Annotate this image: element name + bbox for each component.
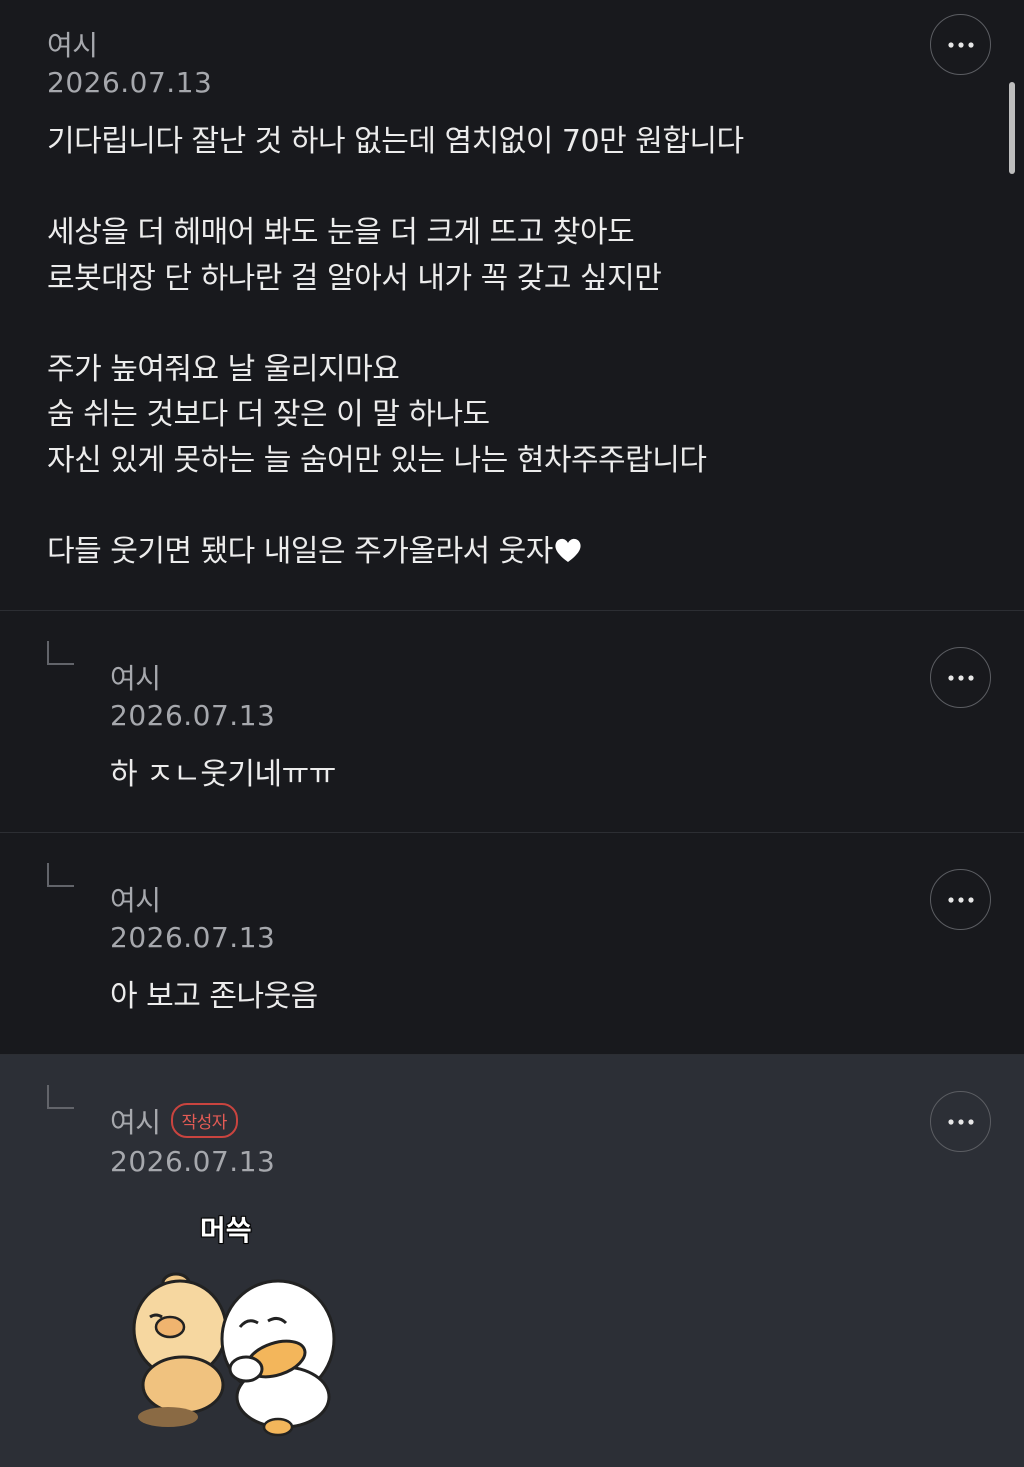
reply-date: 2026.07.13 <box>110 699 276 732</box>
post-author: 여시 <box>47 29 98 62</box>
more-horizontal-icon <box>947 896 974 903</box>
sticker-image: 머쓱 <box>128 1205 343 1437</box>
reply-text: 아 보고 존나웃음 <box>110 979 318 1014</box>
post-line-last: 다들 웃기면 됐다 내일은 주가올라서 웃자 <box>47 529 744 575</box>
more-horizontal-icon <box>947 1118 974 1125</box>
main-post: 여시 2026.07.13 기다립니다 잘난 것 하나 없는데 염치없이 70만… <box>0 0 1024 611</box>
more-horizontal-icon <box>947 674 974 681</box>
post-body: 기다립니다 잘난 것 하나 없는데 염치없이 70만 원합니다 세상을 더 헤매… <box>47 119 744 574</box>
reply-comment: 여시 2026.07.13 하 ㅈㄴ웃기네ㅠㅠ <box>0 611 1024 833</box>
author-badge: 작성자 <box>170 1103 238 1138</box>
heart-icon <box>555 538 581 562</box>
reply-comment-author: 여시 작성자 2026.07.13 머쓱 <box>0 1055 1024 1467</box>
reply-arrow-icon <box>47 863 74 887</box>
reply-author: 여시 <box>110 1106 161 1139</box>
reply-arrow-icon <box>47 641 74 665</box>
post-line <box>47 483 744 529</box>
post-line: 숨 쉬는 것보다 더 잦은 이 말 하나도 <box>47 397 490 432</box>
reply-arrow-icon <box>47 1085 74 1109</box>
reply-more-button[interactable] <box>930 1091 991 1152</box>
post-date: 2026.07.13 <box>47 66 213 99</box>
reply-date: 2026.07.13 <box>110 921 276 954</box>
post-line: 주가 높여줘요 날 울리지마요 <box>47 351 400 387</box>
more-horizontal-icon <box>947 41 974 48</box>
post-line: 로봇대장 단 하나란 걸 알아서 내가 꼭 갖고 싶지만 <box>47 260 662 296</box>
reply-author: 여시 <box>110 662 161 695</box>
post-line: 세상을 더 헤매어 봐도 눈을 더 크게 뜨고 찾아도 <box>47 215 635 250</box>
reply-text: 하 ㅈㄴ웃기네ㅠㅠ <box>110 757 336 792</box>
sticker-text: 머쓱 <box>200 1214 252 1247</box>
post-line: 다들 웃기면 됐다 내일은 주가올라서 웃자 <box>47 533 553 569</box>
reply-author: 여시 <box>110 884 161 917</box>
reply-comment: 여시 2026.07.13 아 보고 존나웃음 <box>0 833 1024 1055</box>
reply-more-button[interactable] <box>930 869 991 930</box>
post-line: 자신 있게 못하는 늘 숨어만 있는 나는 현차주주랍니다 <box>47 442 707 478</box>
reply-author-row: 여시 작성자 <box>110 1101 238 1141</box>
post-line: 기다립니다 잘난 것 하나 없는데 염치없이 70만 원합니다 <box>47 124 744 159</box>
sticker-characters <box>132 1272 336 1437</box>
post-more-button[interactable] <box>930 14 991 75</box>
reply-date: 2026.07.13 <box>110 1145 276 1178</box>
post-line <box>47 301 744 347</box>
reply-more-button[interactable] <box>930 647 991 708</box>
post-line <box>47 165 744 211</box>
